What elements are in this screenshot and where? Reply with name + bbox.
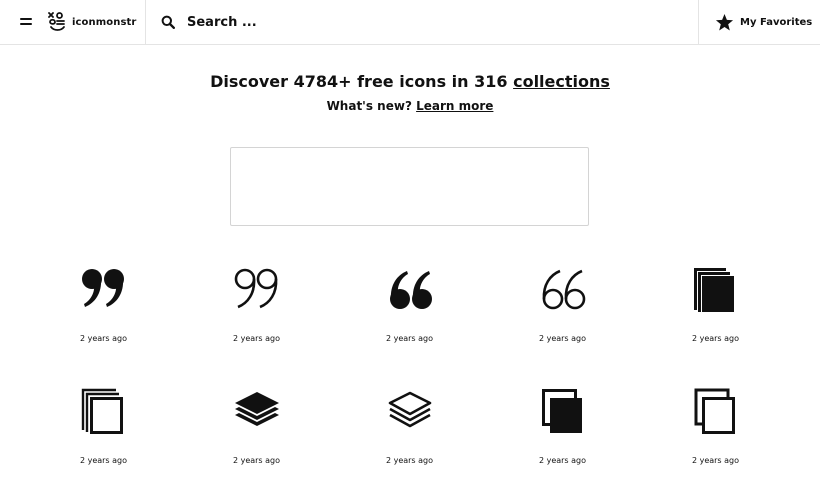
timestamp: 2 years ago <box>79 456 128 465</box>
icon-card[interactable]: 2 years ago <box>333 384 486 494</box>
icon-card[interactable]: 2 years ago <box>486 262 639 372</box>
search-input[interactable] <box>187 12 567 32</box>
learn-more-link[interactable]: Learn more <box>416 99 493 113</box>
menu-icon[interactable] <box>20 16 32 26</box>
collections-link[interactable]: collections <box>513 72 610 91</box>
logo-icon <box>48 12 65 31</box>
banner-box[interactable] <box>230 147 589 226</box>
search-icon <box>161 15 175 29</box>
top-bar: iconmonstr My Favorites <box>0 0 820 45</box>
timestamp: 2 years ago <box>538 456 587 465</box>
copy-outline-icon <box>81 388 123 434</box>
icon-card[interactable]: 2 years ago <box>639 262 792 372</box>
timestamp: 2 years ago <box>232 456 281 465</box>
quote-outline-left-icon <box>542 269 585 310</box>
logo-text: iconmonstr <box>72 16 137 28</box>
page-headline: Discover 4784+ free icons in 316 collect… <box>0 72 820 91</box>
timestamp: 2 years ago <box>385 334 434 343</box>
icon-card[interactable]: 2 years ago <box>27 262 180 372</box>
icon-card[interactable]: 2 years ago <box>180 262 333 372</box>
icon-card[interactable]: 2 years ago <box>333 262 486 372</box>
quote-filled-left-icon <box>389 271 432 309</box>
search-bar <box>161 12 641 32</box>
duplicate-filled-icon <box>541 389 582 433</box>
site-logo[interactable]: iconmonstr <box>47 11 136 33</box>
header-divider <box>145 0 146 45</box>
icon-card[interactable]: 2 years ago <box>639 384 792 494</box>
icon-card[interactable]: 2 years ago <box>27 384 180 494</box>
timestamp: 2 years ago <box>691 334 740 343</box>
icon-card[interactable]: 2 years ago <box>486 384 639 494</box>
timestamp: 2 years ago <box>691 456 740 465</box>
layers-filled-icon <box>234 392 279 426</box>
quote-filled-right-icon <box>81 269 124 307</box>
timestamp: 2 years ago <box>538 334 587 343</box>
whats-new: What's new? Learn more <box>0 99 820 113</box>
header-divider <box>698 0 699 45</box>
my-favorites-link[interactable]: My Favorites <box>715 12 812 32</box>
timestamp: 2 years ago <box>79 334 128 343</box>
headline-text: Discover 4784+ free icons in 316 <box>210 72 508 91</box>
favorites-label: My Favorites <box>740 16 813 28</box>
copy-filled-icon <box>693 268 734 312</box>
timestamp: 2 years ago <box>385 456 434 465</box>
timestamp: 2 years ago <box>232 334 281 343</box>
layers-outline-icon <box>388 391 431 428</box>
whats-new-text: What's new? <box>326 99 412 113</box>
duplicate-outline-icon <box>694 388 735 434</box>
icon-card[interactable]: 2 years ago <box>180 384 333 494</box>
star-icon <box>715 13 734 30</box>
quote-outline-right-icon <box>234 268 277 309</box>
